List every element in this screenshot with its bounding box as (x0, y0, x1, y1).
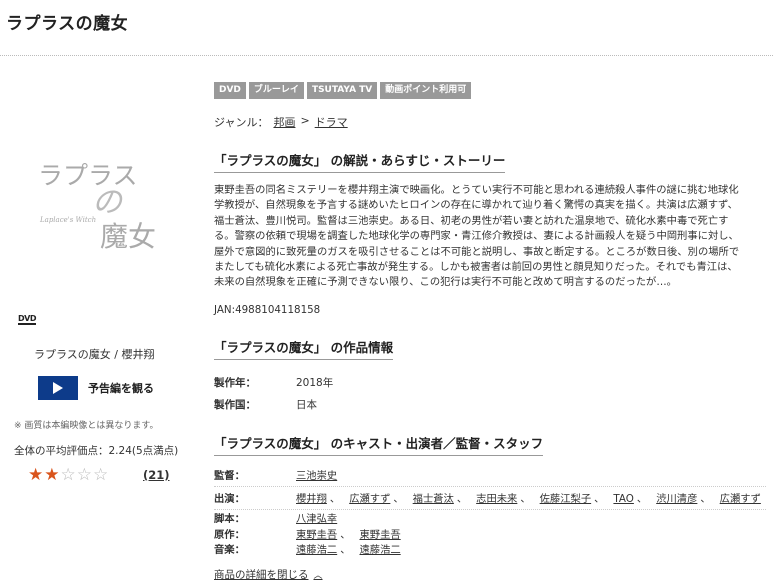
star-outline-icon: ☆ (93, 465, 109, 485)
dvd-format-icon: DVD (18, 314, 36, 325)
person-link[interactable]: 東野圭吾 (296, 528, 337, 543)
cast-label: 出演： (214, 493, 245, 505)
average-rating: 全体の平均評価点：2.24(5点満点) (14, 445, 179, 457)
synopsis-line: 東野圭吾の同名ミステリーを櫻井翔主演で映画化。とうてい実行不可能と思われる連続殺… (214, 184, 739, 196)
name-separator: 、 (700, 493, 711, 505)
person-link[interactable]: 三池崇史 (296, 469, 337, 484)
cast-label: 脚本： (214, 513, 245, 525)
person-link[interactable]: 福士蒼汰 (413, 492, 454, 507)
cast-row-music: 音楽： 遠藤浩二、 遠藤浩二 (214, 543, 401, 558)
name-separator: 、 (520, 493, 531, 505)
svg-text:魔女: 魔女 (100, 220, 156, 250)
synopsis-text: 東野圭吾の同名ミステリーを櫻井翔主演で映画化。とうてい実行不可能と思われる連続殺… (214, 183, 766, 291)
person-link[interactable]: TAO (613, 492, 633, 507)
svg-text:の: の (92, 185, 124, 220)
star-outline-icon: ☆ (76, 465, 92, 485)
genre-label: ジャンル： (214, 116, 269, 129)
rating-stars: ★ ★ ☆ ☆ ☆ (28, 465, 108, 485)
row-divider (214, 509, 766, 510)
title-divider (0, 55, 773, 56)
synopsis-line: 未来の自然現象を正確に予測できない限り、この犯行は実行不可能と改めて明言するのだ… (214, 276, 677, 289)
badge-dvd[interactable]: DVD (214, 82, 246, 99)
genre-link-hoga[interactable]: 邦画 (273, 114, 295, 130)
genre-breadcrumb: ジャンル： 邦画 > ドラマ (214, 114, 348, 130)
cast-label: 音楽： (214, 544, 245, 556)
star-outline-icon: ☆ (60, 465, 76, 485)
info-value: 日本 (296, 399, 317, 411)
review-count-link[interactable]: (21) (143, 468, 170, 482)
cast-label: 原作： (214, 529, 245, 541)
synopsis-line: 屋外で意図的に致死量のガスを吸引させることは不可能と説明し、事故と断定する。とこ… (214, 245, 740, 258)
person-link[interactable]: 東野圭吾 (359, 528, 400, 543)
badge-bluray[interactable]: ブルーレイ (248, 82, 304, 99)
trailer-label[interactable]: 予告編を観る (88, 380, 154, 396)
person-link[interactable]: 遠藤浩二 (359, 543, 400, 558)
page-title: ラプラスの魔女 (6, 14, 129, 34)
name-separator: 、 (329, 493, 341, 505)
name-separator: 、 (594, 493, 605, 505)
cast-label: 監督： (214, 470, 245, 482)
name-separator: 、 (393, 493, 404, 505)
synopsis-line: 学教授が、自然現象を予言する謎めいたヒロインの存在に導かれて辿り着く驚愕の真実を… (214, 199, 738, 212)
jan-code: JAN:4988104118158 (214, 304, 321, 316)
info-value: 2018年 (296, 377, 334, 389)
cast-heading: 「ラプラスの魔女」 のキャスト・出演者／監督・スタッフ (214, 433, 544, 456)
detail-toggle-label[interactable]: 商品の詳細を閉じる (214, 567, 309, 582)
synopsis-line: 福士蒼汰、豊川悦司。監督は三池崇史。ある日、初老の男性が若い妻と訪れた温泉地で、… (214, 214, 729, 227)
info-label: 製作年： (214, 377, 256, 389)
synopsis-heading: 「ラプラスの魔女」 の解説・あらすじ・ストーリー (214, 150, 506, 173)
synopsis-line: またしても硫化水素による死亡事故が発生する。しかも被害者は前回の男性と顔見知りだ… (214, 261, 738, 274)
trailer-button[interactable]: 予告編を観る (38, 376, 154, 400)
person-link[interactable]: 広瀬すず (720, 492, 761, 507)
play-icon[interactable] (38, 376, 78, 400)
person-link[interactable]: 渋川清彦 (656, 492, 697, 507)
cast-row-original: 原作： 東野圭吾、 東野圭吾 (214, 528, 401, 543)
format-badges: DVD ブルーレイ TSUTAYA TV 動画ポイント利用可 (214, 82, 472, 99)
name-separator: 、 (340, 544, 351, 556)
info-label: 製作国： (214, 399, 256, 411)
name-separator: 、 (340, 529, 351, 541)
badge-tsutaya-tv[interactable]: TSUTAYA TV (306, 82, 378, 99)
cast-row-director: 監督： 三池崇史 (214, 469, 337, 484)
person-link[interactable]: 佐藤江梨子 (540, 492, 591, 507)
cast-row-screenplay: 脚本： 八津弘幸 (214, 512, 337, 527)
synopsis-line: る。警察の依頼で現場を調査した地球化学の専門家・青江修介教授は、妻による計画殺人… (214, 230, 739, 243)
info-row-country: 製作国： 日本 (214, 397, 317, 412)
person-link[interactable]: 広瀬すず (349, 492, 390, 507)
svg-text:ラプラス: ラプラス (38, 161, 138, 190)
chevron-up-icon[interactable]: ︿ (314, 568, 323, 581)
person-link[interactable]: 遠藤浩二 (296, 543, 337, 558)
svg-text:Laplace's Witch: Laplace's Witch (39, 216, 96, 224)
breadcrumb-separator: > (300, 114, 310, 127)
star-icon: ★ (44, 465, 60, 485)
row-divider (214, 486, 766, 487)
jacket-caption: ラプラスの魔女 / 櫻井翔 (34, 348, 155, 361)
person-link[interactable]: 櫻井翔 (296, 492, 327, 507)
info-heading: 「ラプラスの魔女」 の作品情報 (214, 337, 394, 360)
person-link[interactable]: 志田未来 (476, 492, 517, 507)
info-row-year: 製作年： 2018年 (214, 375, 333, 390)
image-note: ※ 画質は本編映像とは異なります。 (14, 421, 159, 431)
name-separator: 、 (636, 493, 648, 505)
jacket-image[interactable]: ラプラス の 魔女 Laplace's Witch (30, 150, 170, 253)
star-icon: ★ (28, 465, 44, 485)
detail-toggle-link[interactable]: 商品の詳細を閉じる ︿ (214, 567, 323, 582)
name-separator: 、 (456, 493, 468, 505)
cast-row-actors: 出演： 櫻井翔、 広瀬すず、 福士蒼汰、 志田未来、 佐藤江梨子、 TAO、 渋… (214, 492, 761, 507)
person-link[interactable]: 八津弘幸 (296, 512, 337, 527)
genre-link-drama[interactable]: ドラマ (315, 114, 348, 130)
badge-video-point[interactable]: 動画ポイント利用可 (380, 82, 472, 99)
